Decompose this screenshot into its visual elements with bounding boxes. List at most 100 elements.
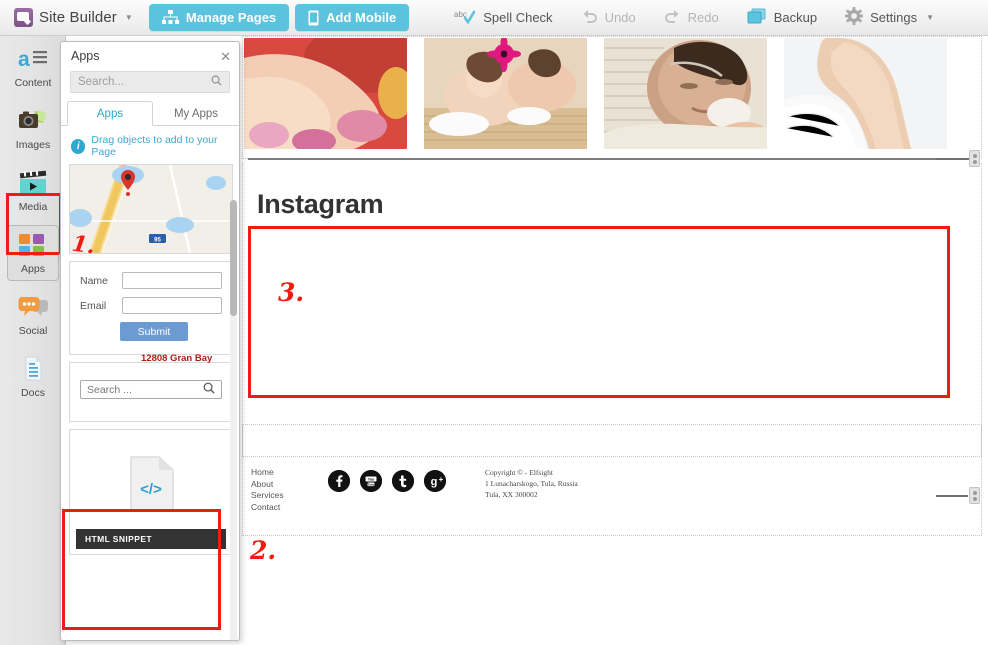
footer-link-home[interactable]: Home bbox=[251, 467, 284, 479]
backup-button[interactable]: Backup bbox=[733, 0, 831, 36]
email-field[interactable] bbox=[122, 297, 222, 314]
sidebar-item-label: Content bbox=[14, 76, 52, 89]
redo-arrow-icon bbox=[664, 9, 681, 27]
footer-link-about[interactable]: About bbox=[251, 479, 284, 491]
site-builder-menu[interactable]: Site Builder ▼ bbox=[0, 0, 143, 36]
name-field[interactable] bbox=[122, 272, 222, 289]
app-card-map[interactable]: 95 12808 Gran Bay bbox=[69, 164, 233, 364]
site-builder-app: Site Builder ▼ Manage Pages Add Mobile a… bbox=[0, 0, 988, 645]
sidebar-item-label: Social bbox=[18, 324, 48, 337]
name-label: Name bbox=[80, 274, 109, 287]
copyright-line-2: 1 Lunacharskogo, Tula, Russia bbox=[485, 479, 578, 488]
html-snippet-label: HTML SNIPPET bbox=[76, 529, 226, 549]
apps-panel-tabs: Apps My Apps bbox=[61, 101, 239, 126]
youtube-icon[interactable]: You Tube bbox=[360, 470, 382, 492]
form-row-name: Name bbox=[80, 272, 222, 289]
svg-text:+: + bbox=[439, 475, 444, 484]
section-resize-handle-top[interactable] bbox=[969, 150, 980, 167]
info-icon: i bbox=[71, 138, 86, 154]
add-mobile-button[interactable]: Add Mobile bbox=[295, 4, 410, 31]
sidebar-item-docs[interactable]: Docs bbox=[0, 346, 66, 408]
sidebar-item-images[interactable]: Images bbox=[0, 98, 66, 160]
search-widget-input[interactable]: Search ... bbox=[80, 380, 222, 399]
footer-nav: Home About Services Contact bbox=[251, 467, 284, 513]
manage-pages-button[interactable]: Manage Pages bbox=[148, 4, 290, 31]
sidebar-item-label: Docs bbox=[21, 386, 45, 399]
undo-label: Undo bbox=[604, 10, 636, 25]
spa-shoulder-photo[interactable] bbox=[784, 38, 947, 149]
handle-connector-top bbox=[936, 158, 968, 160]
app-card-search[interactable]: Search ... bbox=[69, 362, 233, 422]
submit-button[interactable]: Submit bbox=[120, 322, 188, 341]
undo-button[interactable]: Undo bbox=[567, 0, 650, 36]
svg-text:You: You bbox=[368, 478, 375, 482]
redo-button[interactable]: Redo bbox=[650, 0, 733, 36]
section-resize-handle-bottom[interactable] bbox=[969, 487, 980, 504]
apps-grid-icon bbox=[18, 232, 48, 260]
speech-bubble-icon bbox=[18, 294, 48, 322]
mobile-icon bbox=[308, 10, 319, 26]
footer-link-contact[interactable]: Contact bbox=[251, 502, 284, 514]
chevron-down-icon: ▼ bbox=[124, 13, 133, 22]
svg-text:a: a bbox=[18, 48, 30, 71]
sidebar-item-media[interactable]: Media bbox=[0, 160, 66, 222]
page-canvas: Instagram Home About Services Contact Yo… bbox=[236, 36, 988, 645]
footer-copyright: Copyright © - Elfsight 1 Lunacharskogo, … bbox=[485, 467, 578, 500]
spa-facial-treatment-photo[interactable] bbox=[604, 38, 767, 149]
site-builder-icon bbox=[14, 8, 33, 27]
copyright-line-1: Copyright © - Elfsight bbox=[485, 468, 553, 477]
tab-apps[interactable]: Apps bbox=[67, 101, 153, 126]
canvas-section-instagram[interactable]: Instagram bbox=[242, 163, 982, 457]
content-a-list-icon: a bbox=[18, 46, 48, 74]
drag-hint: i Drag objects to add to your Page bbox=[61, 126, 239, 166]
apps-panel-scrollbar[interactable] bbox=[230, 200, 237, 640]
apps-panel-title: Apps bbox=[71, 49, 100, 63]
footer-link-services[interactable]: Services bbox=[251, 490, 284, 502]
facebook-icon[interactable] bbox=[328, 470, 350, 492]
handle-connector-bottom bbox=[936, 495, 968, 497]
apps-panel: Apps ✕ Search... Apps My Apps i Drag obj… bbox=[60, 41, 240, 641]
chevron-down-icon: ▼ bbox=[926, 13, 934, 22]
sidebar-item-social[interactable]: Social bbox=[0, 284, 66, 346]
app-card-html-snippet[interactable]: </> HTML SNIPPET bbox=[69, 429, 233, 555]
redo-label: Redo bbox=[687, 10, 719, 25]
toolbar-right-group: abc Spell Check Undo Redo Backup Setting… bbox=[440, 0, 988, 36]
spa-foot-massage-photo[interactable] bbox=[244, 38, 407, 149]
apps-panel-header: Apps ✕ bbox=[61, 42, 239, 70]
manage-pages-label: Manage Pages bbox=[185, 10, 277, 25]
settings-button[interactable]: Settings ▼ bbox=[831, 0, 948, 36]
footer-social-icons: You Tube g + bbox=[328, 470, 446, 492]
spa-couple-massage-photo[interactable] bbox=[424, 38, 587, 149]
close-icon[interactable]: ✕ bbox=[220, 50, 231, 63]
canvas-bottom-area bbox=[236, 536, 988, 645]
tab-my-apps[interactable]: My Apps bbox=[153, 101, 239, 126]
backup-label: Backup bbox=[773, 10, 818, 25]
abc-check-icon: abc bbox=[454, 8, 476, 27]
camera-icon bbox=[18, 108, 48, 136]
left-sidebar-rail: a Content Images Media Apps Social Docs bbox=[0, 36, 66, 645]
apps-list: 95 12808 Gran Bay Name Email Submit Sear… bbox=[61, 164, 239, 640]
top-toolbar: Site Builder ▼ Manage Pages Add Mobile a… bbox=[0, 0, 988, 36]
spell-check-button[interactable]: abc Spell Check bbox=[440, 0, 566, 36]
add-mobile-label: Add Mobile bbox=[326, 10, 397, 25]
search-icon bbox=[203, 381, 215, 399]
sidebar-item-content[interactable]: a Content bbox=[0, 36, 66, 98]
layers-icon bbox=[747, 8, 767, 28]
apps-search-input[interactable]: Search... bbox=[70, 71, 230, 93]
film-clapper-icon bbox=[18, 170, 48, 198]
apps-search-placeholder: Search... bbox=[78, 76, 125, 88]
apps-panel-scrollbar-thumb[interactable] bbox=[230, 200, 237, 316]
google-plus-icon[interactable]: g + bbox=[424, 470, 446, 492]
svg-text:Tube: Tube bbox=[368, 482, 375, 486]
code-file-icon: </> bbox=[70, 448, 232, 520]
undo-arrow-icon bbox=[581, 9, 598, 27]
map-address-label: 12808 Gran Bay bbox=[141, 353, 213, 364]
section-divider bbox=[248, 158, 974, 160]
page-title: Instagram bbox=[257, 189, 384, 219]
svg-text:g: g bbox=[431, 476, 438, 488]
document-icon bbox=[18, 356, 48, 384]
sidebar-item-label: Apps bbox=[21, 262, 45, 275]
app-card-contact-form[interactable]: Name Email Submit bbox=[69, 261, 233, 355]
twitter-icon[interactable] bbox=[392, 470, 414, 492]
canvas-section-footer[interactable]: Home About Services Contact You Tube g +… bbox=[242, 424, 982, 536]
